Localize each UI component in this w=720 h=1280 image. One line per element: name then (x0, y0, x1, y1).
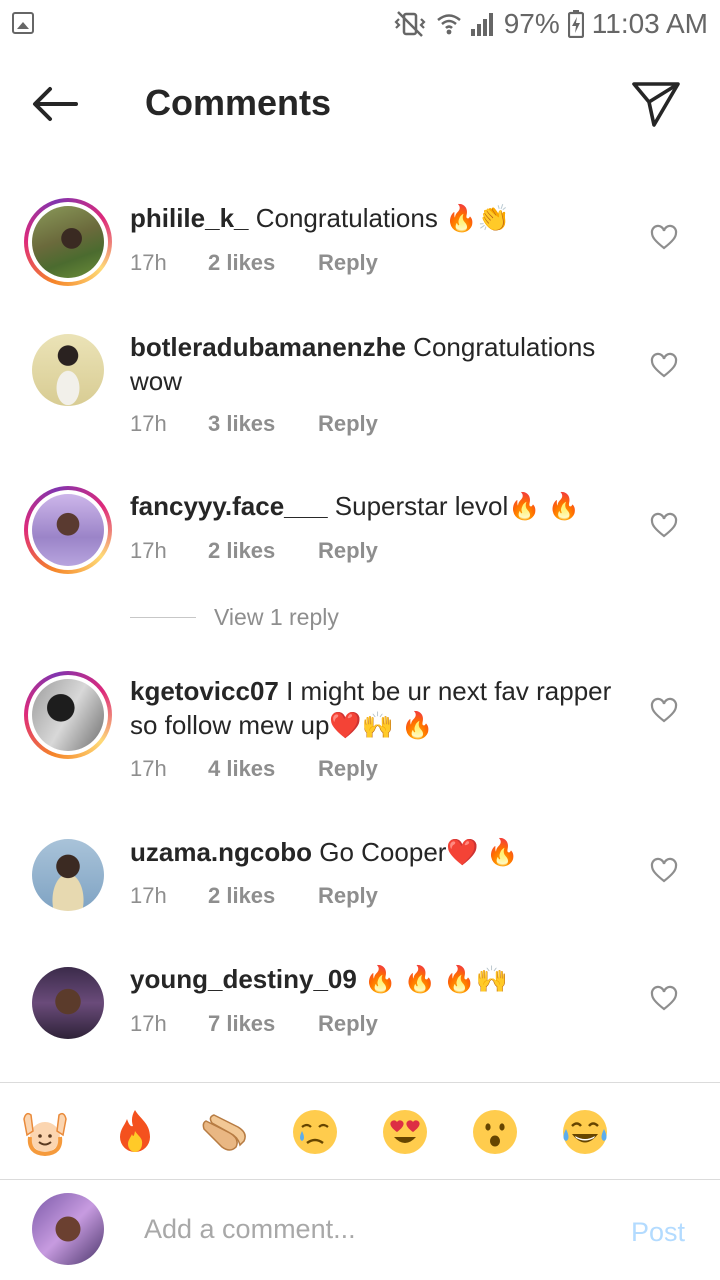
avatar[interactable] (24, 486, 112, 574)
emoji-quick-bar (0, 1082, 720, 1180)
comment-username[interactable]: botleradubamanenzhe (130, 332, 406, 362)
comment-time: 17h (130, 250, 167, 275)
reply-button[interactable]: Reply (318, 756, 378, 782)
comment-message: Superstar levol🔥 🔥 (334, 491, 581, 521)
comment-text: botleradubamanenzhe Congratulations wow (130, 330, 620, 398)
surprised-face-emoji-button[interactable] (470, 1107, 520, 1157)
comment-likes[interactable]: 2 likes (208, 250, 318, 276)
comment-message: Congratulations 🔥👏 (255, 203, 510, 233)
view-replies-button[interactable]: View 1 reply (130, 604, 339, 631)
status-bar: 97% 11:03 AM (0, 0, 720, 48)
gallery-notification-icon (12, 12, 34, 34)
comment-time: 17h (130, 538, 167, 563)
comment-text: uzama.ngcobo Go Cooper❤️ 🔥 (130, 835, 620, 869)
comment-meta: 17h 4 likes Reply (130, 756, 378, 782)
comment-likes[interactable]: 2 likes (208, 538, 318, 564)
comment-time: 17h (130, 1011, 167, 1036)
like-heart-icon[interactable] (650, 512, 678, 540)
comment-meta: 17h 2 likes Reply (130, 250, 378, 276)
comment-username[interactable]: fancyyy.face___ (130, 491, 328, 521)
comment-text: fancyyy.face___ Superstar levol🔥 🔥 (130, 489, 620, 523)
fire-emoji-button[interactable] (110, 1107, 160, 1157)
post-button[interactable]: Post (631, 1217, 685, 1248)
comment-text: young_destiny_09 🔥 🔥 🔥🙌 (130, 962, 620, 996)
my-avatar (32, 1193, 104, 1265)
vibrate-mute-icon (394, 11, 426, 37)
like-heart-icon[interactable] (650, 224, 678, 252)
raising-hands-emoji-button[interactable] (20, 1107, 70, 1157)
reply-button[interactable]: Reply (318, 883, 378, 909)
page-title: Comments (145, 82, 332, 123)
avatar[interactable] (24, 671, 112, 759)
comment-username[interactable]: philile_k_ (130, 203, 249, 233)
reply-button[interactable]: Reply (318, 411, 378, 437)
avatar[interactable] (32, 334, 104, 406)
comment-time: 17h (130, 883, 167, 908)
comment-meta: 17h 2 likes Reply (130, 883, 378, 909)
back-arrow-icon (33, 87, 78, 121)
comment-username[interactable]: uzama.ngcobo (130, 837, 312, 867)
comment-text: philile_k_ Congratulations 🔥👏 (130, 201, 620, 235)
comment-likes[interactable]: 3 likes (208, 411, 318, 437)
replies-divider (130, 617, 196, 618)
comment-message: 🔥 🔥 🔥🙌 (364, 964, 509, 994)
heart-eyes-emoji-button[interactable] (380, 1107, 430, 1157)
comment-text: kgetovicc07 I might be ur next fav rappe… (130, 674, 620, 742)
comment-time: 17h (130, 756, 167, 781)
comment-likes[interactable]: 4 likes (208, 756, 318, 782)
avatar[interactable] (24, 198, 112, 286)
like-heart-icon[interactable] (650, 857, 678, 885)
share-button[interactable] (628, 78, 684, 130)
paper-plane-icon (632, 82, 680, 127)
comments-header: Comments (0, 48, 720, 160)
like-heart-icon[interactable] (650, 697, 678, 725)
back-button[interactable] (24, 80, 84, 128)
status-right: 97% 11:03 AM (392, 6, 708, 42)
battery-charging-icon (567, 10, 584, 38)
avatar[interactable] (32, 967, 104, 1039)
comment-username[interactable]: kgetovicc07 (130, 676, 279, 706)
wifi-icon (436, 14, 461, 35)
add-comment-input[interactable] (144, 1207, 594, 1251)
comment-composer: Post (0, 1181, 720, 1280)
comment-time: 17h (130, 411, 167, 436)
comment-username[interactable]: young_destiny_09 (130, 964, 357, 994)
comment-message: Go Cooper❤️ 🔥 (319, 837, 519, 867)
comment-meta: 17h 2 likes Reply (130, 538, 378, 564)
view-replies-label: View 1 reply (214, 604, 339, 630)
comment-likes[interactable]: 7 likes (208, 1011, 318, 1037)
like-heart-icon[interactable] (650, 352, 678, 380)
tears-of-joy-emoji-button[interactable] (560, 1107, 610, 1157)
comment-meta: 17h 3 likes Reply (130, 411, 378, 437)
reply-button[interactable]: Reply (318, 538, 378, 564)
crying-face-emoji-button[interactable] (290, 1107, 340, 1157)
comment-likes[interactable]: 2 likes (208, 883, 318, 909)
clapping-hands-emoji-button[interactable] (200, 1107, 250, 1157)
reply-button[interactable]: Reply (318, 250, 378, 276)
reply-button[interactable]: Reply (318, 1011, 378, 1037)
comment-meta: 17h 7 likes Reply (130, 1011, 378, 1037)
avatar[interactable] (32, 839, 104, 911)
signal-icon (470, 13, 493, 36)
battery-percent: 97% (503, 8, 560, 39)
like-heart-icon[interactable] (650, 985, 678, 1013)
status-time: 11:03 AM (591, 8, 708, 39)
